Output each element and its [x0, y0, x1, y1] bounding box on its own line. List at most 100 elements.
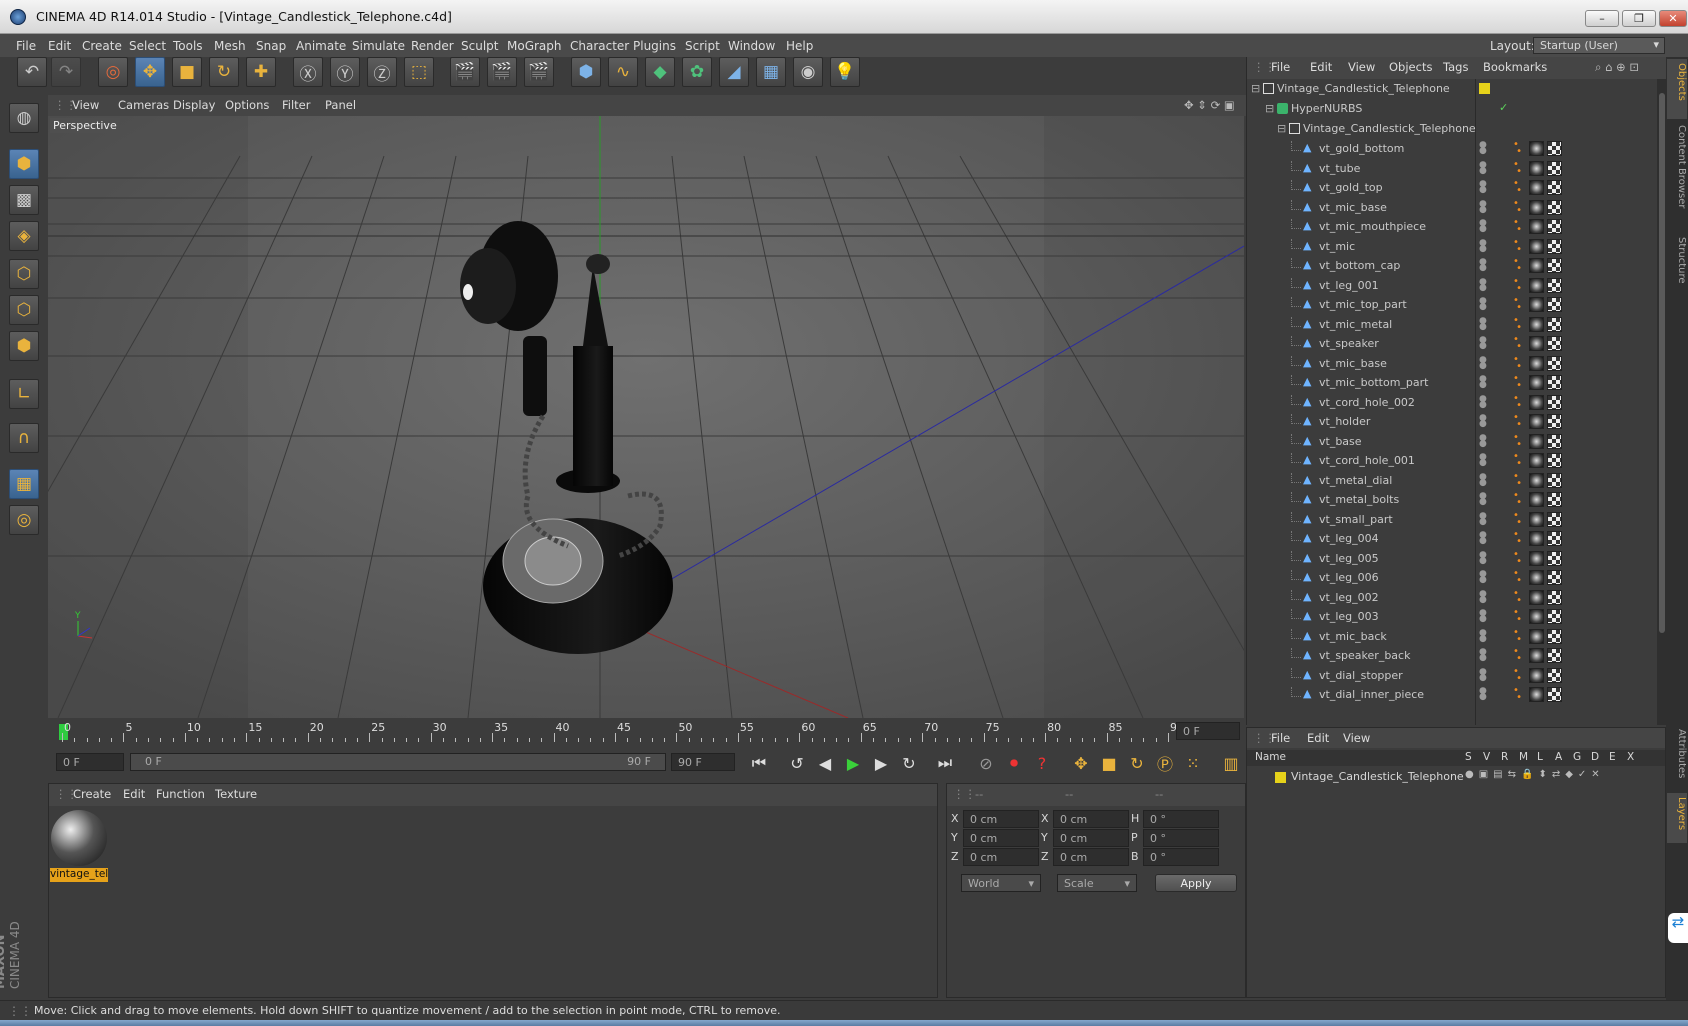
visibility-dots[interactable]: ● ● [1479, 531, 1487, 546]
visibility-dots[interactable]: ● ● [1479, 258, 1487, 273]
redo-icon[interactable]: ↷ [51, 57, 81, 87]
phong-tag-icon[interactable]: • • [1513, 393, 1522, 410]
expand-icon[interactable]: ⊟ [1251, 82, 1260, 95]
menu-tools[interactable]: Tools [173, 39, 203, 53]
texture-tag-icon[interactable] [1547, 589, 1562, 605]
phong-tag-icon[interactable]: • • [1513, 257, 1522, 274]
workplane-lock-icon[interactable]: ◎ [9, 505, 39, 535]
phong-tag-icon[interactable]: • • [1513, 237, 1522, 254]
tree-row-object[interactable]: ▲ vt_metal_bolts ● ● • • [1247, 490, 1647, 510]
help-icon[interactable]: ? [1029, 750, 1055, 776]
material-tag-icon[interactable] [1529, 375, 1544, 390]
material-tag-icon[interactable] [1529, 258, 1544, 273]
tree-row-object[interactable]: ▲ vt_bottom_cap ● ● • • [1247, 256, 1647, 276]
visibility-dots[interactable]: ● ● [1479, 375, 1487, 390]
texture-tag-icon[interactable] [1547, 414, 1562, 429]
coordinate-system-icon[interactable]: ⬚ [404, 57, 434, 87]
visibility-dots[interactable]: ● ● [1479, 511, 1487, 526]
visibility-dots[interactable]: ● ● [1479, 589, 1487, 604]
phong-tag-icon[interactable]: • • [1513, 140, 1522, 157]
position-z-field[interactable]: 0 cm [963, 848, 1039, 866]
texture-tag-icon[interactable] [1547, 531, 1562, 546]
om-menu-bookmarks[interactable]: Bookmarks [1483, 60, 1547, 74]
max-frame-field[interactable]: 90 F [671, 753, 735, 771]
next-key-icon[interactable]: ↻ [896, 750, 922, 776]
menu-window[interactable]: Window [728, 39, 775, 53]
texture-tag-icon[interactable] [1547, 628, 1562, 644]
layer-flag-icons[interactable]: ●▣▤⇆🔒⬍⇄◆✓✕ [1465, 769, 1605, 780]
material-thumbnail[interactable] [51, 810, 107, 866]
timeline-window-icon[interactable]: ▥ [1218, 750, 1244, 776]
tree-row-object[interactable]: ▲ vt_mic_top_part ● ● • • [1247, 295, 1647, 315]
menu-select[interactable]: Select [129, 39, 166, 53]
position-x-field[interactable]: 0 cm [963, 810, 1039, 828]
phong-tag-icon[interactable]: • • [1513, 510, 1522, 527]
record-keys-icon[interactable]: ⊘ [973, 750, 999, 776]
texture-tag-icon[interactable] [1547, 258, 1562, 273]
viewport-menu-panel[interactable]: Panel [325, 98, 356, 112]
viewport-3d[interactable]: Y Perspective [48, 116, 1244, 718]
menu-script[interactable]: Script [685, 39, 720, 53]
position-y-field[interactable]: 0 cm [963, 829, 1039, 847]
spline-pen-icon[interactable]: ∿ [608, 57, 638, 87]
texture-tag-icon[interactable] [1547, 141, 1562, 156]
size-x-field[interactable]: 0 cm [1053, 810, 1129, 828]
om-menu-edit[interactable]: Edit [1310, 60, 1332, 74]
phong-tag-icon[interactable]: • • [1513, 627, 1522, 644]
visibility-dots[interactable]: ● ● [1479, 336, 1487, 351]
tree-row-object[interactable]: ▲ vt_gold_top ● ● • • [1247, 178, 1647, 198]
texture-tag-icon[interactable] [1547, 160, 1562, 176]
timeline-ruler[interactable]: 051015202530354045505560657075808590 0 F [56, 720, 1246, 742]
viewport-menu-options[interactable]: Options [225, 98, 269, 112]
render-settings-icon[interactable]: 🎬 [524, 57, 554, 87]
menu-mograph[interactable]: MoGraph [507, 39, 562, 53]
texture-tag-icon[interactable] [1547, 550, 1562, 566]
visibility-dots[interactable]: ● ● [1479, 297, 1487, 312]
phong-tag-icon[interactable]: • • [1513, 354, 1522, 371]
texture-tag-icon[interactable] [1547, 648, 1562, 663]
workplane-icon[interactable]: ◈ [9, 221, 39, 251]
tree-row-object[interactable]: ▲ vt_metal_dial ● ● • • [1247, 471, 1647, 491]
expand-icon[interactable]: ⊟ [1277, 122, 1286, 135]
render-picture-viewer-icon[interactable]: 🎬 [487, 57, 517, 87]
material-tag-icon[interactable] [1529, 472, 1544, 488]
phong-tag-icon[interactable]: • • [1513, 432, 1522, 449]
tree-row-object[interactable]: ▲ vt_cord_hole_001 ● ● • • [1247, 451, 1647, 471]
render-view-icon[interactable]: 🎬 [450, 57, 480, 87]
material-menu-texture[interactable]: Texture [215, 787, 257, 801]
texture-tag-icon[interactable] [1547, 199, 1562, 215]
maximize-button[interactable]: ❐ [1622, 10, 1656, 27]
tree-row-object[interactable]: ▲ vt_base ● ● • • [1247, 432, 1647, 452]
texture-tag-icon[interactable] [1547, 453, 1562, 468]
phong-tag-icon[interactable]: • • [1513, 413, 1522, 430]
texture-tag-icon[interactable] [1547, 394, 1562, 410]
deformer-icon[interactable]: ◢ [719, 57, 749, 87]
material-tag-icon[interactable] [1529, 414, 1544, 429]
material-tag-icon[interactable] [1529, 355, 1544, 371]
check-icon[interactable]: ✓ [1499, 101, 1508, 114]
material-tag-icon[interactable] [1529, 277, 1544, 293]
material-tag-icon[interactable] [1529, 550, 1544, 566]
material-tag-icon[interactable] [1529, 628, 1544, 644]
menu-file[interactable]: File [16, 39, 36, 53]
material-tag-icon[interactable] [1529, 667, 1544, 683]
texture-tag-icon[interactable] [1547, 355, 1562, 371]
phong-tag-icon[interactable]: • • [1513, 315, 1522, 332]
texture-tag-icon[interactable] [1547, 219, 1562, 234]
tree-row-object[interactable]: ▲ vt_speaker ● ● • • [1247, 334, 1647, 354]
key-scale-icon[interactable]: ■ [1096, 750, 1122, 776]
tree-row-object[interactable]: ▲ vt_leg_003 ● ● • • [1247, 607, 1647, 627]
tree-row-object[interactable]: ▲ vt_tube ● ● • • [1247, 159, 1647, 179]
visibility-dots[interactable]: ● ● [1479, 492, 1487, 507]
menu-mesh[interactable]: Mesh [214, 39, 246, 53]
texture-tag-icon[interactable] [1547, 316, 1562, 332]
visibility-dots[interactable]: ● ● [1479, 667, 1487, 682]
tree-row-object[interactable]: ▲ vt_holder ● ● • • [1247, 412, 1647, 432]
texture-mode-icon[interactable]: ▩ [9, 185, 39, 215]
visibility-dots[interactable]: ● ● [1479, 609, 1487, 624]
rotation-b-field[interactable]: 0 ° [1143, 848, 1219, 866]
viewport-nav-icons[interactable]: ✥ ⇕ ⟳ ▣ [1184, 98, 1235, 112]
move-tool-icon[interactable]: ✥ [135, 57, 165, 87]
play-icon[interactable]: ▶ [840, 750, 866, 776]
material-menu-create[interactable]: Create [73, 787, 111, 801]
